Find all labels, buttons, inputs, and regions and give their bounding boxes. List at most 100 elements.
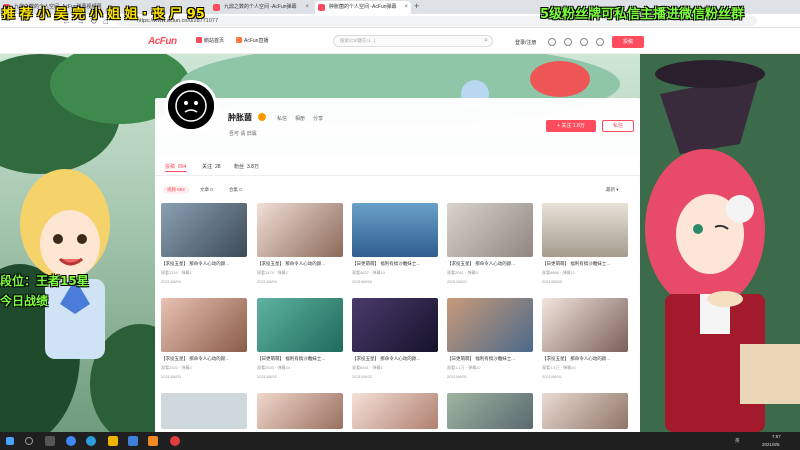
close-tab-icon[interactable]: ×	[305, 1, 309, 14]
video-card[interactable]	[542, 393, 628, 429]
app-red-icon[interactable]	[170, 436, 180, 446]
app-g-icon[interactable]	[108, 436, 118, 446]
video-card[interactable]	[447, 393, 533, 429]
chrome-icon[interactable]	[66, 436, 76, 446]
video-card[interactable]	[161, 393, 247, 429]
tab-fans[interactable]: 粉丝 3.8万	[234, 163, 259, 170]
new-tab-button[interactable]: +	[414, 1, 419, 11]
video-title[interactable]: 【求投五星】 那命令人心动的颜...	[542, 356, 628, 362]
video-title[interactable]: 【求投五星】 那命令人心动的颜...	[447, 261, 533, 267]
site-header: AcFun 鹅站首页 AcFun直播 搜索(Ctrl键在ct...) ⌕ 登录/…	[0, 28, 800, 54]
video-card[interactable]: 【求投五星】 那命令人心动的颜... 观看6651 · 弹幕1 2021/08/…	[352, 298, 438, 379]
tab-count: 28	[215, 164, 221, 170]
history-icon[interactable]	[548, 38, 556, 46]
video-card[interactable]: 【日更萌萌】 福利有搞沙雕妹士... 观看6866 · 弹幕12 2021/08…	[542, 203, 628, 284]
video-card[interactable]	[257, 393, 343, 429]
input-language[interactable]: 英	[735, 438, 740, 444]
profile-link-album[interactable]: 相册	[295, 115, 305, 122]
video-thumbnail[interactable]	[542, 203, 628, 257]
video-thumbnail[interactable]	[447, 203, 533, 257]
subtab-collection[interactable]: 合集 0	[225, 186, 246, 194]
video-title[interactable]: 【日更萌萌】 福利有搞沙雕妹士...	[447, 356, 533, 362]
video-thumbnail[interactable]	[352, 298, 438, 352]
video-title[interactable]: 【求投五星】 那命令人心动的颜...	[161, 261, 247, 267]
tab-count: 3.8万	[247, 164, 259, 170]
tab-following[interactable]: 关注 28	[202, 163, 221, 170]
video-card[interactable]: 【日更萌萌】 福利有搞沙雕妹士... 观看4637 · 弹幕10 2021/08…	[352, 203, 438, 284]
acfun-logo[interactable]: AcFun	[148, 36, 177, 47]
profile-signature: 吾可 请 旧属	[229, 131, 257, 137]
video-title[interactable]: 【日更萌萌】 福利有搞沙雕妹士...	[257, 356, 343, 362]
login-link[interactable]: 登录/注册	[515, 39, 536, 46]
video-thumbnail[interactable]	[257, 393, 343, 429]
browser-tab[interactable]: 九鼎之数的个人空间 -AcFun弹幕 ×	[210, 1, 312, 14]
search-icon[interactable]	[25, 437, 33, 445]
clock-date[interactable]: 2021/8/5	[762, 442, 780, 447]
clock-time[interactable]: 7:57	[772, 434, 781, 439]
video-title[interactable]: 【求投五星】 那命令人心动的颜...	[257, 261, 343, 267]
upload-icon[interactable]	[596, 38, 604, 46]
video-card[interactable]: 【日更萌萌】 福利有搞沙雕妹士... 观看2533 · 弹幕24 2021/08…	[257, 298, 343, 379]
video-thumbnail[interactable]	[352, 203, 438, 257]
video-card[interactable]: 【求投五星】 那命令人心动的颜... 观看2061 · 弹幕5 2021/08/…	[447, 203, 533, 284]
subtab-video[interactable]: 视频 894	[163, 186, 189, 194]
app-orange-icon[interactable]	[148, 436, 158, 446]
video-thumbnail[interactable]	[447, 393, 533, 429]
video-thumbnail[interactable]	[542, 298, 628, 352]
browser-tab-active[interactable]: 肿胀菌的个人空间 -AcFun弹幕 ×	[315, 1, 411, 14]
nav-home-label: 鹅站首页	[204, 38, 225, 44]
video-card[interactable]: 【求投五星】 那命令人心动的颜... 观看1.4万 · 弹幕10 2021/08…	[542, 298, 628, 379]
acfun-favicon-icon	[213, 4, 220, 11]
video-title[interactable]: 【日更萌萌】 福利有搞沙雕妹士...	[542, 261, 628, 267]
video-date: 2021/08/02	[257, 374, 278, 379]
profile-link-message[interactable]: 私信	[277, 115, 287, 122]
video-date: 2021/08/04	[352, 279, 373, 284]
verified-badge-icon	[258, 113, 266, 121]
video-card[interactable]: 【求投五星】 那命令人心动的颜... 观看2322 · 弹幕2 2021/08/…	[161, 298, 247, 379]
message-icon[interactable]	[580, 38, 588, 46]
favorites-icon[interactable]	[564, 38, 572, 46]
edge-icon[interactable]	[86, 436, 96, 446]
video-thumbnail[interactable]	[161, 203, 247, 257]
video-date: 2021/08/04	[161, 279, 182, 284]
app-blue-icon[interactable]	[128, 436, 138, 446]
search-icon[interactable]: ⌕	[484, 36, 488, 46]
video-meta: 观看6866 · 弹幕12	[542, 270, 575, 275]
follow-button[interactable]: + 关注 1.8万	[546, 120, 596, 132]
task-view-icon[interactable]	[45, 436, 55, 446]
avatar[interactable]	[165, 80, 217, 132]
sort-dropdown[interactable]: 最新 ▾	[606, 187, 619, 193]
video-card[interactable]: 【日更萌萌】 福利有搞沙雕妹士... 观看1.1万 · 弹幕22 2021/08…	[447, 298, 533, 379]
video-thumbnail[interactable]	[447, 298, 533, 352]
home-icon	[196, 37, 202, 43]
video-thumbnail[interactable]	[257, 203, 343, 257]
video-card[interactable]: 【求投五星】 那命令人心动的颜... 观看1474 · 弹幕2 2021/08/…	[257, 203, 343, 284]
subtab-article[interactable]: 文章 0	[196, 186, 217, 194]
video-date: 2021/08/03	[161, 374, 182, 379]
video-thumbnail[interactable]	[352, 393, 438, 429]
search-input[interactable]: 搜索(Ctrl键在ct...) ⌕	[333, 35, 493, 47]
video-title[interactable]: 【日更萌萌】 福利有搞沙雕妹士...	[352, 261, 438, 267]
video-title[interactable]: 【求投五星】 那命令人心动的颜...	[352, 356, 438, 362]
stream-overlay-rank: 段位：王者15星	[0, 274, 89, 288]
video-thumbnail[interactable]	[542, 393, 628, 429]
nav-live[interactable]: AcFun直播	[236, 37, 268, 44]
video-thumbnail[interactable]	[161, 298, 247, 352]
post-button[interactable]: 投稿	[612, 36, 644, 48]
nav-home[interactable]: 鹅站首页	[196, 37, 224, 44]
video-meta: 观看2061 · 弹幕5	[447, 270, 478, 275]
video-title[interactable]: 【求投五星】 那命令人心动的颜...	[161, 356, 247, 362]
video-card[interactable]: 【求投五星】 那命令人心动的颜... 观看1210 · 弹幕1 2021/08/…	[161, 203, 247, 284]
video-date: 2021/08/01	[447, 279, 468, 284]
video-card[interactable]	[352, 393, 438, 429]
video-thumbnail[interactable]	[257, 298, 343, 352]
video-thumbnail[interactable]	[161, 393, 247, 429]
video-date: 2021/08/01	[542, 374, 563, 379]
close-tab-icon[interactable]: ×	[404, 1, 408, 14]
acfun-favicon-icon	[318, 4, 325, 11]
message-button[interactable]: 私信	[602, 120, 634, 132]
tab-label: 投稿	[165, 164, 176, 170]
profile-link-share[interactable]: 分享	[313, 115, 323, 122]
tab-uploads[interactable]: 投稿 894	[165, 163, 186, 170]
windows-start-icon[interactable]	[6, 437, 14, 445]
